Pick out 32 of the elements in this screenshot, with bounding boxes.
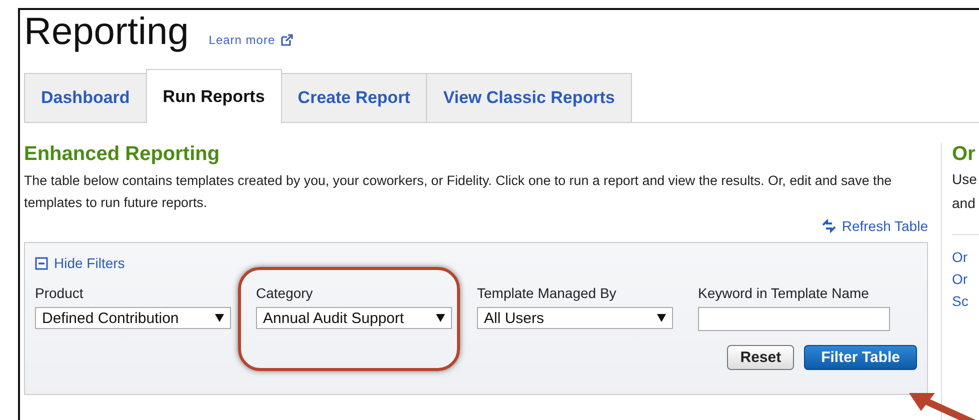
caret-icon bbox=[657, 314, 666, 322]
hide-filters-toggle[interactable]: Hide Filters bbox=[35, 255, 125, 271]
caret-icon bbox=[215, 314, 224, 322]
learn-more-link[interactable]: Learn more bbox=[208, 33, 294, 47]
panel-text: and bbox=[952, 194, 976, 213]
caret-icon bbox=[436, 314, 445, 322]
panel-link[interactable]: Sc bbox=[952, 291, 979, 311]
panel-link[interactable]: Or bbox=[952, 247, 979, 267]
refresh-arrows-icon bbox=[820, 219, 837, 233]
section-heading: Enhanced Reporting bbox=[24, 143, 221, 166]
field-label: Category bbox=[256, 285, 314, 301]
panel-heading: Or bbox=[952, 143, 976, 166]
filter-button[interactable]: Filter Table bbox=[804, 345, 917, 370]
external-link-icon bbox=[281, 34, 294, 46]
dropdown[interactable]: All Users bbox=[477, 307, 673, 329]
tab[interactable]: View Classic Reports bbox=[426, 73, 632, 122]
reset-button[interactable]: Reset bbox=[727, 345, 794, 370]
panel-link[interactable]: Or bbox=[952, 269, 979, 289]
tab[interactable]: Dashboard bbox=[24, 73, 147, 122]
panel-text: Use bbox=[952, 170, 978, 189]
field-label: Keyword in Template Name bbox=[698, 285, 870, 301]
dropdown[interactable]: Defined Contribution bbox=[35, 307, 231, 329]
collapse-icon bbox=[35, 256, 48, 270]
tab[interactable]: Create Report bbox=[280, 73, 428, 122]
field-label: Product bbox=[35, 285, 84, 301]
page-title: Reporting bbox=[24, 10, 189, 54]
refresh-table-button[interactable]: Refresh Table bbox=[820, 218, 928, 234]
field-label: Template Managed By bbox=[477, 285, 618, 301]
keyword-input-field[interactable] bbox=[698, 307, 890, 331]
dropdown[interactable]: Annual Audit Support bbox=[256, 307, 452, 329]
tab[interactable]: Run Reports bbox=[146, 69, 282, 123]
section-description: The table below contains templates created by you, your coworkers, or Fidelity. Click one to run a report and view the results. Or, edit and save the templates to run future reports. bbox=[24, 172, 893, 212]
